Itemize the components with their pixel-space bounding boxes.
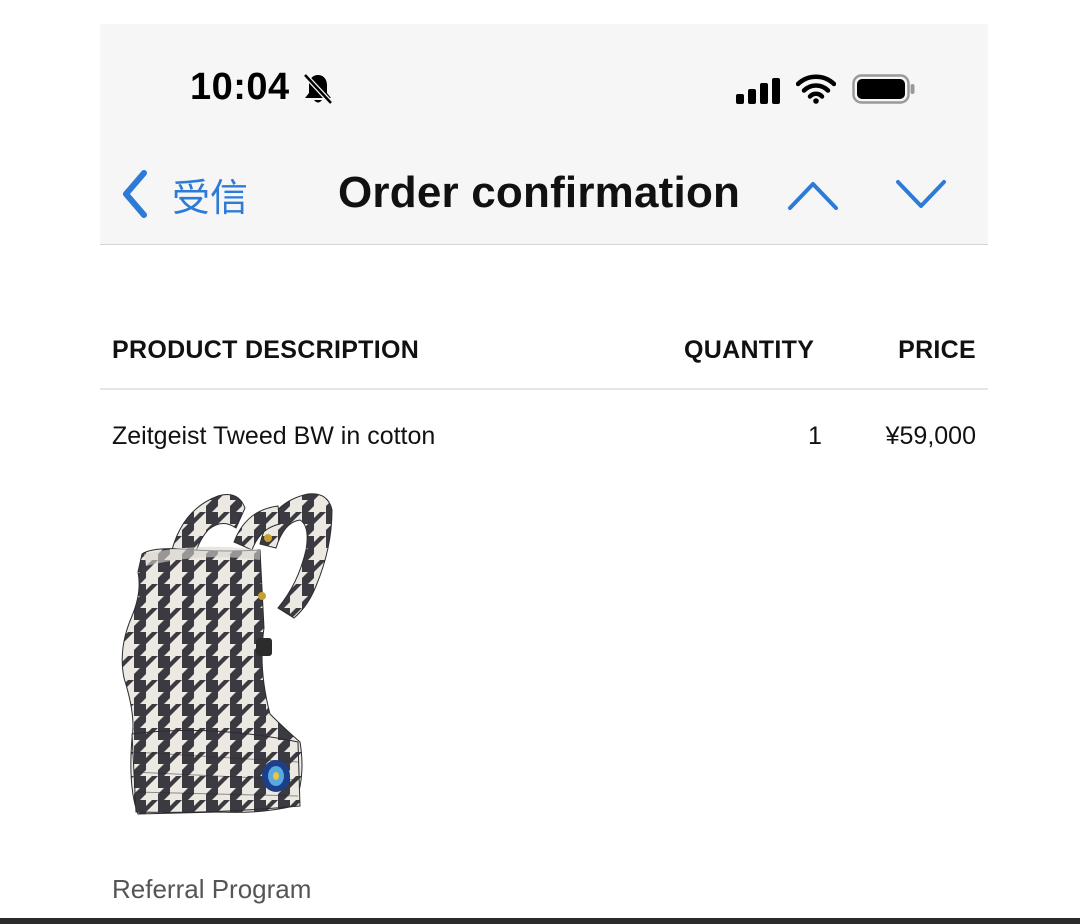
wifi-icon xyxy=(796,74,836,104)
order-table-header: PRODUCT DESCRIPTION QUANTITY PRICE xyxy=(100,318,988,390)
cellular-signal-icon xyxy=(736,78,780,104)
table-row: Zeitgeist Tweed BW in cotton 1 ¥59,000 xyxy=(100,420,988,460)
chevron-down-icon[interactable] xyxy=(894,178,948,212)
status-time: 10:04 xyxy=(190,66,290,108)
chevron-left-icon xyxy=(123,170,147,218)
houndstooth-baby-carrier-image xyxy=(121,493,333,815)
back-label: 受信 xyxy=(172,177,249,220)
product-quantity: 1 xyxy=(808,422,822,450)
product-price: ¥59,000 xyxy=(885,422,976,450)
column-header-price: PRICE xyxy=(898,336,976,364)
mute-bell-icon xyxy=(303,73,333,105)
back-to-inbox-button[interactable]: 受信 xyxy=(118,164,248,224)
email-screen: 10:04 受信 Order confirmation PRODUCT DESC… xyxy=(0,0,1080,924)
page-title: Order confirmation xyxy=(338,168,741,217)
bottom-divider xyxy=(0,918,1080,924)
referral-program-text: Referral Program xyxy=(112,874,312,904)
column-header-quantity: QUANTITY xyxy=(684,336,815,364)
mail-header: 10:04 受信 Order confirmation xyxy=(100,24,988,245)
column-header-description: PRODUCT DESCRIPTION xyxy=(112,336,420,364)
chevron-up-icon[interactable] xyxy=(786,178,840,212)
product-description: Zeitgeist Tweed BW in cotton xyxy=(112,422,436,450)
battery-icon xyxy=(852,74,915,104)
